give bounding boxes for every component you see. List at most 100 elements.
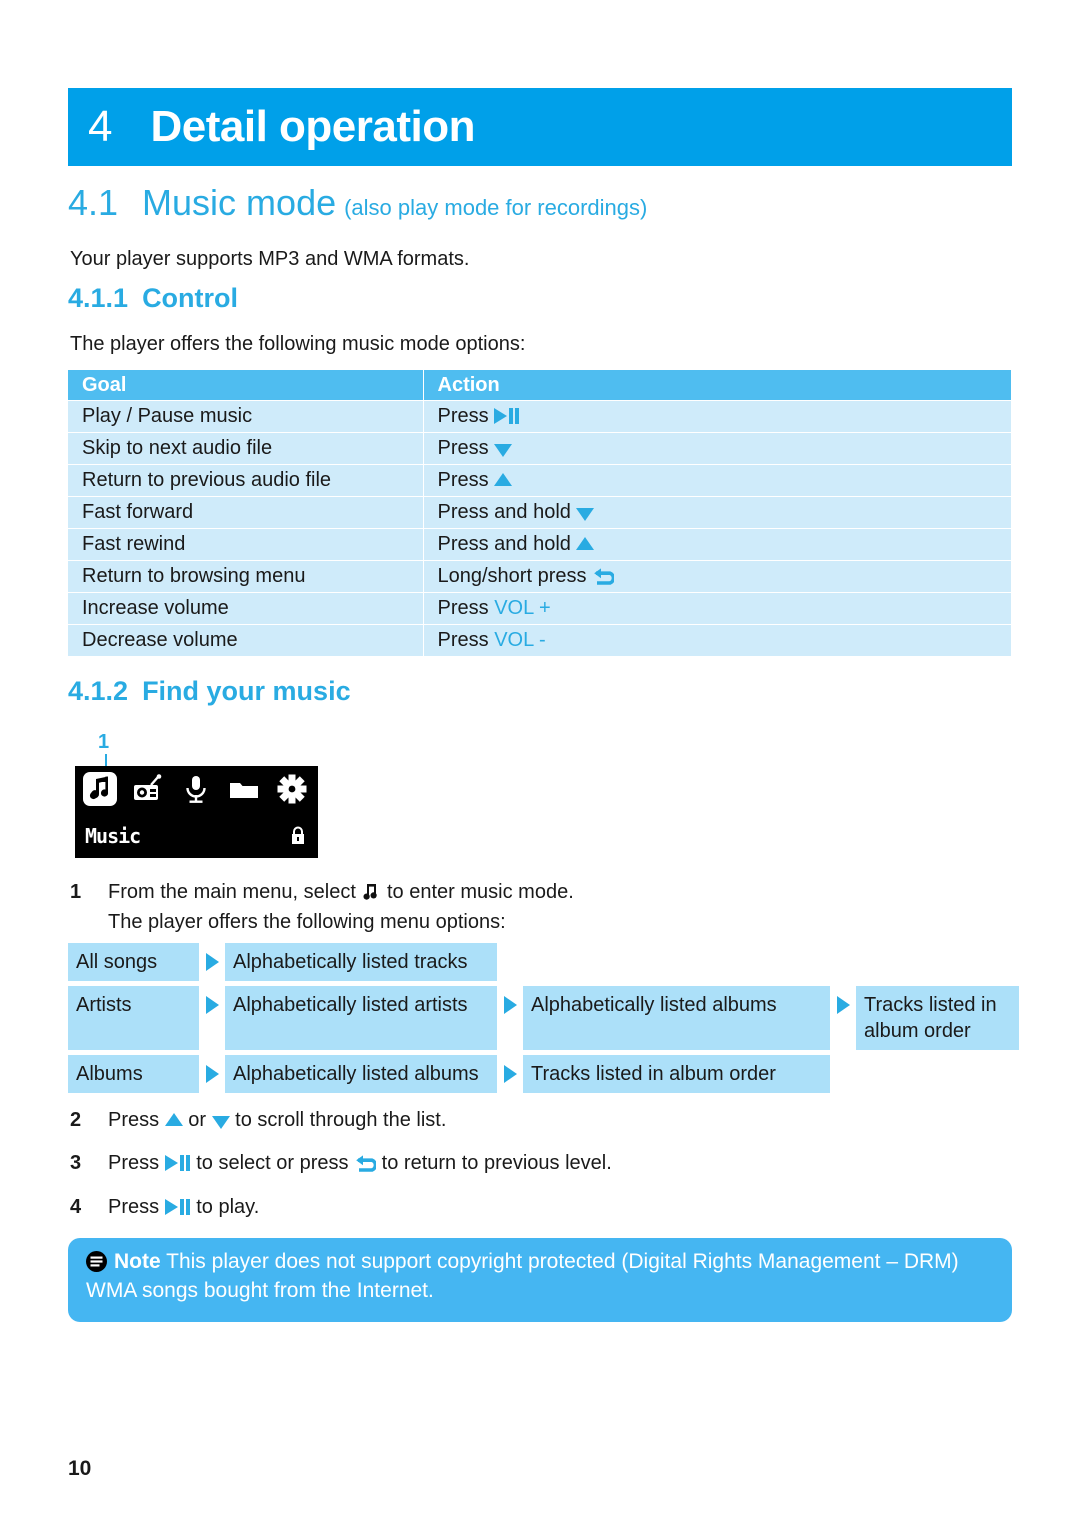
- table-cell-action: Press: [423, 400, 1012, 433]
- flow-arrow-icon: [199, 943, 225, 981]
- action-text: Press: [437, 597, 489, 619]
- flow-cell: Alphabetically listed artists: [225, 986, 497, 1050]
- flow-cell: Tracks listed in album order: [856, 986, 1019, 1050]
- table-cell-goal: Decrease volume: [68, 624, 424, 657]
- control-table-body: Play / Pause music Press Skip to next aud…: [68, 400, 1012, 657]
- up-arrow-icon: [494, 473, 513, 487]
- table-cell-goal: Skip to next audio file: [68, 432, 424, 465]
- device-selected-label: Music: [85, 824, 141, 848]
- device-display-mock: Music: [75, 766, 318, 858]
- action-text: Long/short press: [437, 565, 587, 587]
- microphone-icon: [179, 772, 213, 806]
- table-cell-goal: Return to browsing menu: [68, 560, 424, 593]
- note-callout-box: Note This player does not support copyri…: [68, 1238, 1012, 1322]
- chapter-title: Detail operation: [150, 102, 475, 151]
- step-4: 4 Press to play.: [70, 1196, 259, 1219]
- subsection-heading-find: 4.1.2 Find your music: [68, 676, 351, 707]
- lock-icon: [290, 826, 306, 845]
- table-cell-action: Press and hold: [423, 496, 1012, 529]
- manual-page: 4 Detail operation 4.1 Music mode (also …: [0, 0, 1080, 1527]
- flow-cell: Albums: [68, 1055, 199, 1093]
- flow-arrow-icon: [199, 986, 225, 1050]
- table-header-goal: Goal: [68, 370, 424, 401]
- table-cell-goal: Increase volume: [68, 592, 424, 625]
- control-lead-text: The player offers the following music mo…: [70, 333, 526, 355]
- subsection-title-412: Find your music: [142, 676, 351, 706]
- action-text: Press: [437, 405, 489, 427]
- subsection-number-412: 4.1.2: [68, 676, 129, 706]
- table-row: Skip to next audio file Press: [68, 432, 1012, 465]
- table-cell-action: Press: [423, 432, 1012, 465]
- table-header-action: Action: [423, 370, 1012, 401]
- step-2-text-a: Press: [108, 1109, 160, 1131]
- step-3-number: 3: [70, 1152, 82, 1174]
- step-4-text-b: to play.: [196, 1196, 260, 1218]
- step-1-body: From the main menu, select to enter musi…: [108, 881, 574, 934]
- note-text: This player does not support copyright p…: [86, 1250, 959, 1302]
- step-2-text-b: or: [188, 1109, 207, 1131]
- folder-icon: [227, 772, 261, 806]
- table-cell-action: Long/short press: [423, 560, 1012, 593]
- subsection-number-411: 4.1.1: [68, 283, 129, 313]
- page-number: 10: [68, 1457, 92, 1480]
- play-pause-icon: [164, 1198, 191, 1215]
- table-cell-goal: Return to previous audio file: [68, 464, 424, 497]
- flow-cell: Alphabetically listed albums: [225, 1055, 497, 1093]
- flow-cell: All songs: [68, 943, 199, 981]
- table-row: Return to browsing menu Long/short press: [68, 560, 1012, 593]
- flow-cell: Alphabetically listed tracks: [225, 943, 497, 981]
- table-cell-goal: Fast forward: [68, 496, 424, 529]
- table-cell-action: Press and hold: [423, 528, 1012, 561]
- flow-cell: Alphabetically listed albums: [523, 986, 830, 1050]
- table-cell-action: Press: [423, 464, 1012, 497]
- note-icon: [86, 1251, 107, 1272]
- section-number: 4.1: [68, 182, 119, 223]
- up-arrow-icon: [576, 537, 595, 551]
- step-2-text-c: to scroll through the list.: [235, 1109, 447, 1131]
- menu-flow-diagram: All songs Alphabetically listed tracks A…: [68, 943, 1019, 1098]
- control-options-table: Goal Action Play / Pause music Press Skip…: [68, 370, 1012, 657]
- step-2: 2 Press or to scroll through the list.: [70, 1109, 446, 1132]
- music-note-icon: [83, 772, 117, 806]
- table-row: Fast forward Press and hold: [68, 496, 1012, 529]
- music-note-icon: [361, 882, 381, 902]
- step-2-body: Press or to scroll through the list.: [108, 1109, 446, 1132]
- step-3-body: Press to select or press to return to pr…: [108, 1152, 612, 1175]
- section-title: Music mode: [142, 182, 337, 223]
- flow-row-artists: Artists Alphabetically listed artists Al…: [68, 986, 1019, 1050]
- step-1-line1-a: From the main menu, select: [108, 881, 356, 903]
- table-row: Play / Pause music Press: [68, 400, 1012, 433]
- action-text: Press: [437, 469, 489, 491]
- step-4-number: 4: [70, 1196, 82, 1218]
- section-intro-text: Your player supports MP3 and WMA formats…: [70, 248, 470, 270]
- step-3-text-b: to select or press: [196, 1152, 349, 1174]
- table-row: Increase volume Press VOL +: [68, 592, 1012, 625]
- subsection-title-411: Control: [142, 283, 239, 313]
- back-arrow-icon: [592, 566, 615, 586]
- step-1-line1-b: to enter music mode.: [387, 881, 574, 903]
- down-arrow-icon: [211, 1116, 230, 1130]
- table-cell-action: Press VOL -: [423, 624, 1012, 657]
- flow-cell: Tracks listed in album order: [523, 1055, 830, 1093]
- step-1-number: 1: [70, 881, 82, 903]
- action-key-label: VOL -: [494, 629, 546, 651]
- subsection-heading-control: 4.1.1 Control: [68, 283, 238, 314]
- step-3-text-c: to return to previous level.: [381, 1152, 612, 1174]
- step-3-text-a: Press: [108, 1152, 160, 1174]
- section-heading: 4.1 Music mode (also play mode for recor…: [68, 182, 647, 224]
- down-arrow-icon: [576, 508, 595, 522]
- flow-arrow-icon: [199, 1055, 225, 1093]
- note-content: Note This player does not support copyri…: [86, 1248, 990, 1306]
- step-1: 1 From the main menu, select to enter mu…: [70, 881, 574, 934]
- device-icon-row: [83, 772, 309, 806]
- flow-arrow-icon: [497, 986, 523, 1050]
- step-1-line2: The player offers the following menu opt…: [108, 911, 506, 933]
- flow-row-all-songs: All songs Alphabetically listed tracks: [68, 943, 1019, 981]
- gear-icon: [275, 772, 309, 806]
- play-pause-icon: [164, 1154, 191, 1171]
- back-arrow-icon: [354, 1153, 377, 1173]
- chapter-number: 4: [88, 102, 113, 151]
- down-arrow-icon: [494, 444, 513, 458]
- table-cell-goal: Fast rewind: [68, 528, 424, 561]
- table-cell-goal: Play / Pause music: [68, 400, 424, 433]
